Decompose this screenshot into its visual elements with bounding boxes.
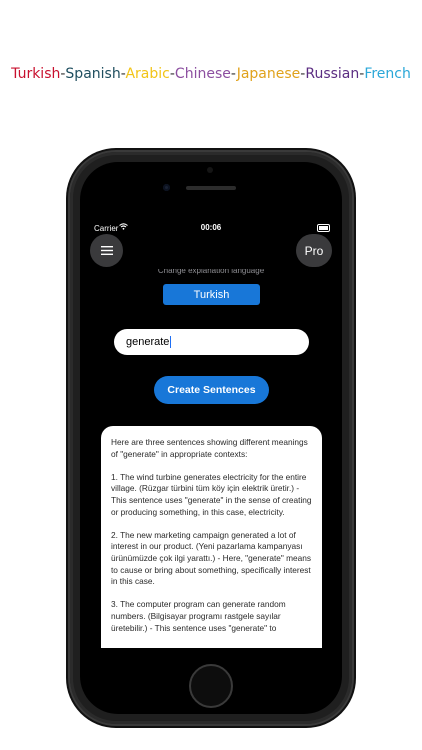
result-panel: Here are three sentences showing differe… xyxy=(101,426,322,648)
result-paragraph: 3. The computer program can generate ran… xyxy=(111,599,286,633)
battery-icon xyxy=(317,224,330,232)
result-paragraph: 1. The wind turbine generates electricit… xyxy=(111,471,312,517)
create-sentences-button[interactable]: Create Sentences xyxy=(154,376,269,404)
result-paragraph: 2. The new marketing campaign generated … xyxy=(111,529,312,587)
text-caret xyxy=(170,336,172,349)
language-french: French xyxy=(364,66,411,82)
language-turkish: Turkish xyxy=(11,66,61,82)
hamburger-menu-icon xyxy=(100,242,113,260)
pro-button[interactable]: Pro xyxy=(296,234,332,267)
proximity-sensor xyxy=(207,167,213,173)
word-input-value: generate xyxy=(126,336,170,348)
language-spanish: Spanish xyxy=(65,66,121,82)
status-time: 00:06 xyxy=(200,223,222,232)
language-japanese: Japanese xyxy=(236,66,301,82)
language-arabic: Arabic xyxy=(125,66,170,82)
app-screen: Carrier 00:06 Pro Change explanation lan… xyxy=(86,220,336,648)
language-chinese: Chinese xyxy=(174,66,231,82)
word-input[interactable]: generate xyxy=(114,329,309,355)
front-camera-icon xyxy=(163,184,170,191)
explanation-language-button[interactable]: Turkish xyxy=(163,284,260,305)
languages-banner: Turkish-Spanish-Arabic-Chinese-Japanese-… xyxy=(0,66,422,82)
menu-button[interactable] xyxy=(90,234,123,267)
power-button xyxy=(352,276,355,334)
language-russian: Russian xyxy=(305,66,360,82)
result-paragraph: Here are three sentences showing differe… xyxy=(111,437,308,459)
home-button[interactable] xyxy=(189,664,233,708)
status-bar: Carrier 00:06 xyxy=(86,220,336,236)
explanation-language-label: Change explanation language xyxy=(157,269,265,275)
earpiece-speaker xyxy=(186,186,236,190)
